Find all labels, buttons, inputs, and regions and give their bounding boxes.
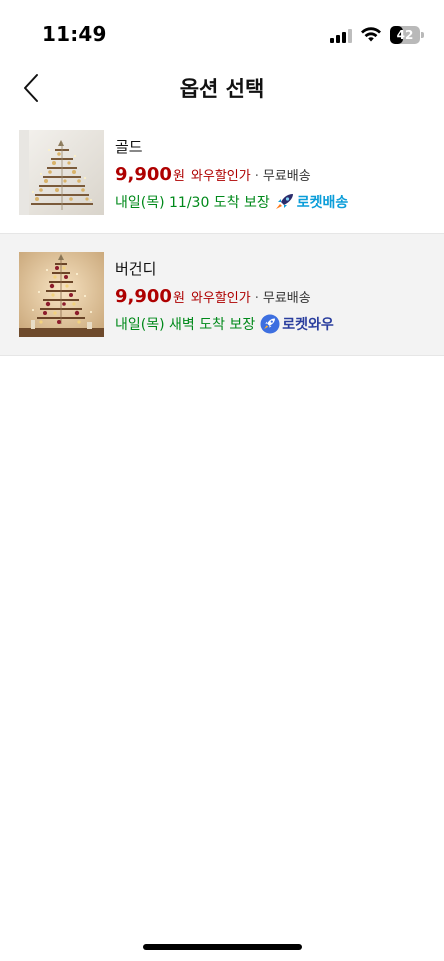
delivery-promise: 내일(목) 11/30 도착 보장: [115, 195, 270, 211]
discount-label: 와우할인가: [190, 291, 251, 306]
option-row-gold[interactable]: 골드 9,900 원 와우할인가 · 무료배송 내일(목) 11/30 도착 보…: [0, 112, 444, 234]
header: 옵션 선택: [0, 62, 444, 112]
signal-icon: [330, 27, 352, 43]
separator-dot: ·: [254, 291, 259, 306]
rocket-wow-badge: 로켓와우: [260, 314, 334, 334]
rocket-wow-icon: [260, 314, 280, 334]
wifi-icon: [361, 27, 381, 42]
separator-dot: ·: [254, 169, 259, 184]
home-indicator: [143, 944, 302, 950]
shipping-label: 무료배송: [262, 169, 311, 184]
shipping-label: 무료배송: [262, 291, 311, 306]
option-list: 골드 9,900 원 와우할인가 · 무료배송 내일(목) 11/30 도착 보…: [0, 112, 444, 356]
badge-label: 로켓배송: [296, 195, 349, 211]
discount-label: 와우할인가: [190, 169, 251, 184]
option-name: 골드: [115, 138, 143, 156]
rocket-icon: [275, 194, 293, 209]
delivery-line: 내일(목) 새벽 도착 보장 로켓와우: [115, 314, 334, 334]
status-icons: 42: [330, 24, 424, 46]
battery-icon: 42: [390, 26, 424, 44]
option-thumbnail: [19, 130, 104, 215]
delivery-line: 내일(목) 11/30 도착 보장 로켓배송: [115, 192, 348, 212]
option-name: 버건디: [115, 260, 157, 278]
currency-label: 원: [172, 169, 185, 184]
option-price: 9,900: [115, 286, 172, 307]
badge-label: 로켓와우: [282, 317, 334, 333]
status-bar: 11:49 42: [0, 0, 444, 66]
price-line: 9,900 원 와우할인가 · 무료배송: [115, 164, 311, 185]
delivery-promise: 내일(목) 새벽 도착 보장: [115, 317, 256, 333]
status-time: 11:49: [42, 22, 107, 46]
option-price: 9,900: [115, 164, 172, 185]
battery-level: 42: [396, 28, 414, 42]
currency-label: 원: [172, 291, 185, 306]
page-title: 옵션 선택: [179, 77, 265, 101]
option-thumbnail: [19, 252, 104, 337]
price-line: 9,900 원 와우할인가 · 무료배송: [115, 286, 311, 307]
option-row-burgundy[interactable]: 버건디 9,900 원 와우할인가 · 무료배송 내일(목) 새벽 도착 보장 …: [0, 234, 444, 356]
rocket-delivery-badge: 로켓배송: [275, 192, 349, 212]
